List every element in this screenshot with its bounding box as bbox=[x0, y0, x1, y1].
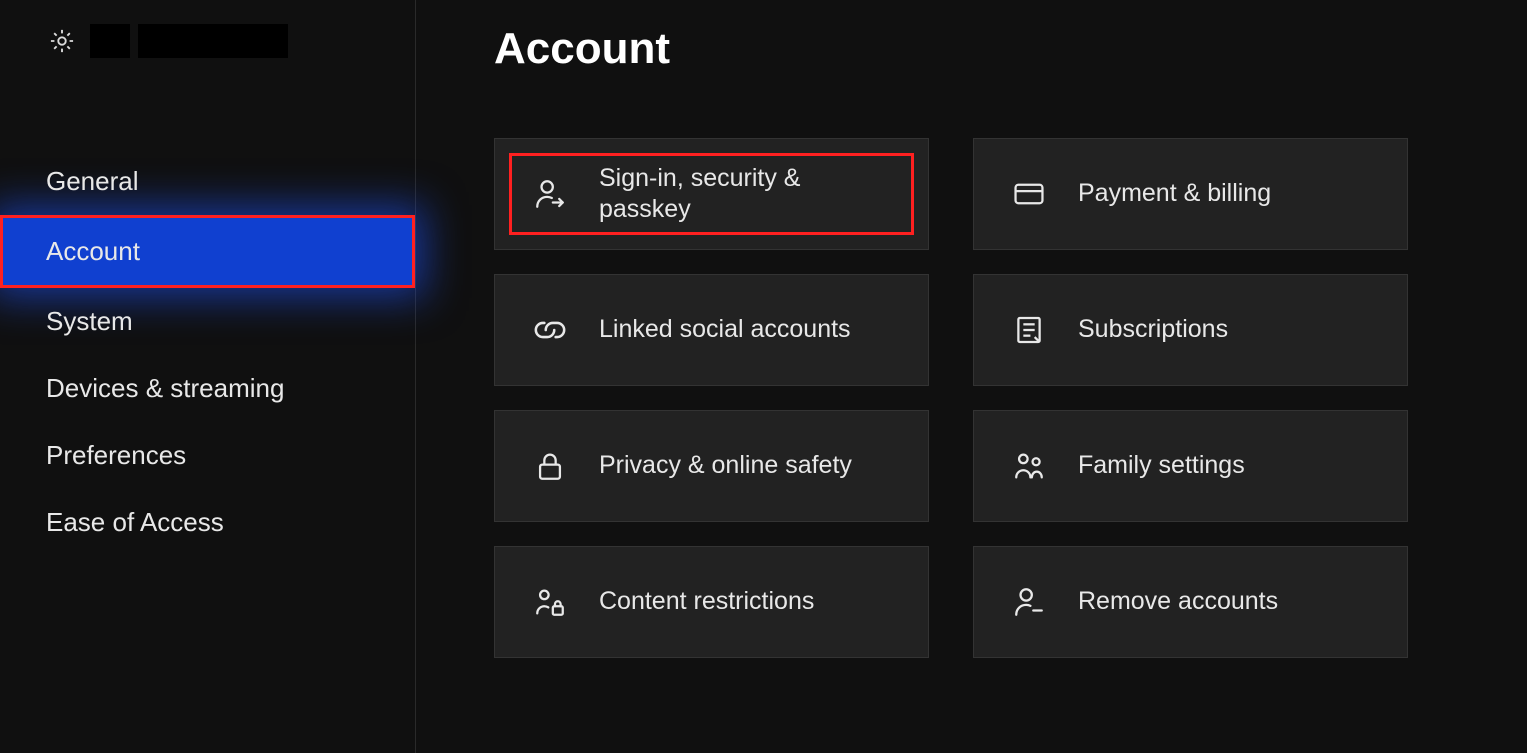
tile-label: Family settings bbox=[1078, 450, 1245, 481]
sidebar-header bbox=[0, 24, 415, 58]
tile-content-restrictions[interactable]: Content restrictions bbox=[494, 546, 929, 658]
tile-label: Remove accounts bbox=[1078, 586, 1278, 617]
tile-family-settings[interactable]: Family settings bbox=[973, 410, 1408, 522]
tile-label: Subscriptions bbox=[1078, 314, 1228, 345]
lock-icon bbox=[533, 449, 567, 483]
tile-label: Payment & billing bbox=[1078, 178, 1271, 209]
sidebar-nav: General Account System Devices & streami… bbox=[0, 148, 415, 556]
redacted-block bbox=[138, 24, 288, 58]
tile-label: Sign-in, security & passkey bbox=[599, 163, 899, 226]
tile-label: Content restrictions bbox=[599, 586, 814, 617]
tile-payment-billing[interactable]: Payment & billing bbox=[973, 138, 1408, 250]
tile-subscriptions[interactable]: Subscriptions bbox=[973, 274, 1408, 386]
tile-privacy-online-safety[interactable]: Privacy & online safety bbox=[494, 410, 929, 522]
tile-grid: Sign-in, security & passkey Payment & bi… bbox=[494, 138, 1527, 658]
gear-icon bbox=[48, 27, 76, 55]
tile-linked-social-accounts[interactable]: Linked social accounts bbox=[494, 274, 929, 386]
sidebar-item-ease-of-access[interactable]: Ease of Access bbox=[0, 489, 415, 556]
page-title: Account bbox=[494, 24, 1527, 74]
sidebar: General Account System Devices & streami… bbox=[0, 0, 416, 753]
family-icon bbox=[1012, 449, 1046, 483]
tile-label: Privacy & online safety bbox=[599, 450, 852, 481]
main-content: Account Sign-in, security & passkey P bbox=[416, 0, 1527, 753]
sidebar-item-devices-streaming[interactable]: Devices & streaming bbox=[0, 355, 415, 422]
link-icon bbox=[533, 313, 567, 347]
person-minus-icon bbox=[1012, 585, 1046, 619]
tile-signin-security-passkey[interactable]: Sign-in, security & passkey bbox=[494, 138, 929, 250]
person-arrow-icon bbox=[533, 177, 567, 211]
sidebar-item-system[interactable]: System bbox=[0, 288, 415, 355]
tile-remove-accounts[interactable]: Remove accounts bbox=[973, 546, 1408, 658]
credit-card-icon bbox=[1012, 177, 1046, 211]
people-lock-icon bbox=[533, 585, 567, 619]
tile-label: Linked social accounts bbox=[599, 314, 851, 345]
sidebar-item-account[interactable]: Account bbox=[0, 215, 415, 288]
document-icon bbox=[1012, 313, 1046, 347]
sidebar-item-general[interactable]: General bbox=[0, 148, 415, 215]
sidebar-item-preferences[interactable]: Preferences bbox=[0, 422, 415, 489]
redacted-block bbox=[90, 24, 130, 58]
